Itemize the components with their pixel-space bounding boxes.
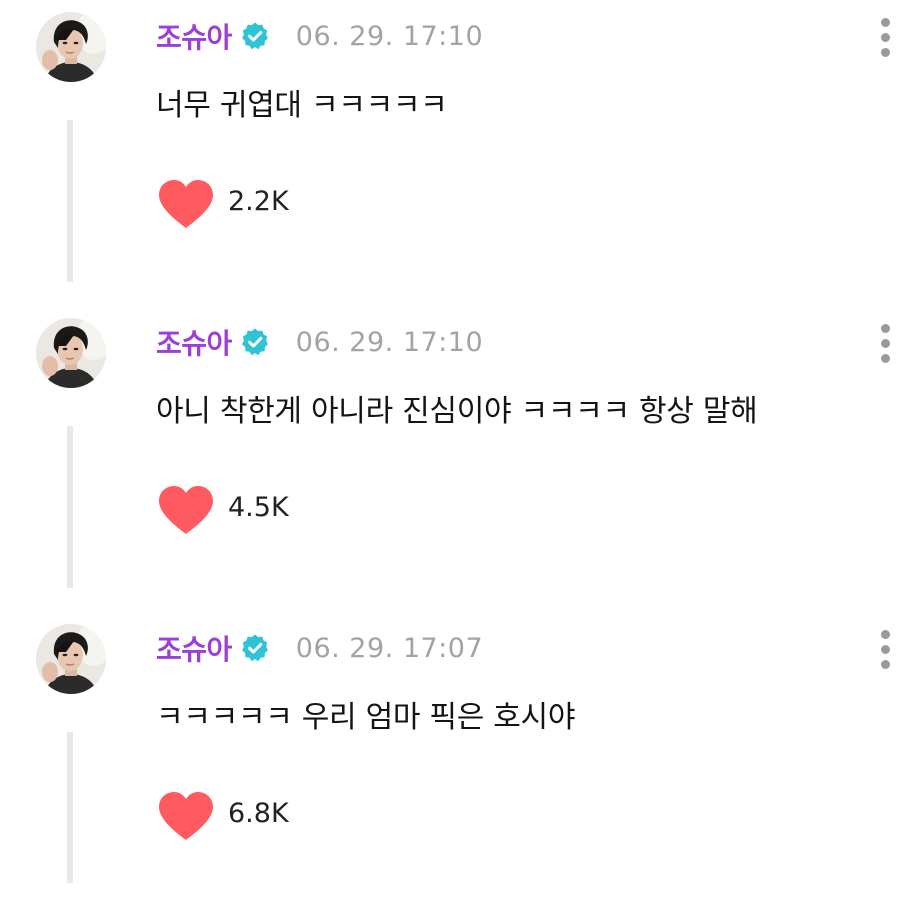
thread-line (67, 426, 73, 588)
comment-header: 조슈아 06. 29. 17:07 (156, 628, 483, 668)
comment-timestamp: 06. 29. 17:10 (295, 20, 484, 52)
comment-item: 조슈아 06. 29. 17:07 ㅋㅋㅋㅋㅋ 우리 엄마 픽은 호시야 6.8… (0, 612, 918, 918)
comment-text: 아니 착한게 아니라 진심이야 ㅋㅋㅋㅋ 항상 말해 (156, 394, 758, 429)
verified-check-icon (240, 327, 270, 357)
avatar[interactable] (36, 12, 106, 82)
comment-text: 너무 귀엽대 ㅋㅋㅋㅋㅋ (156, 88, 448, 123)
avatar-image (36, 318, 106, 388)
heart-icon[interactable] (156, 484, 216, 536)
thread-line (67, 120, 73, 282)
more-options-icon[interactable] (872, 630, 898, 670)
verified-check-icon (240, 633, 270, 663)
like-count: 4.5K (228, 492, 289, 523)
author-name[interactable]: 조슈아 (156, 628, 232, 668)
thread-line (67, 732, 73, 883)
more-options-icon[interactable] (872, 18, 898, 58)
author-name[interactable]: 조슈아 (156, 16, 232, 56)
comment-timestamp: 06. 29. 17:07 (295, 632, 484, 664)
comment-text: ㅋㅋㅋㅋㅋ 우리 엄마 픽은 호시야 (156, 700, 576, 735)
avatar-image (36, 624, 106, 694)
verified-check-icon (240, 21, 270, 51)
author-name[interactable]: 조슈아 (156, 322, 232, 362)
comment-header: 조슈아 06. 29. 17:10 (156, 16, 483, 56)
heart-icon[interactable] (156, 178, 216, 230)
avatar[interactable] (36, 624, 106, 694)
avatar[interactable] (36, 318, 106, 388)
comment-header: 조슈아 06. 29. 17:10 (156, 322, 483, 362)
comment-item: 조슈아 06. 29. 17:10 아니 착한게 아니라 진심이야 ㅋㅋㅋㅋ 항… (0, 306, 918, 612)
comment-timestamp: 06. 29. 17:10 (295, 326, 484, 358)
avatar-image (36, 12, 106, 82)
heart-icon[interactable] (156, 790, 216, 842)
like-count: 2.2K (228, 186, 289, 217)
comment-item: 조슈아 06. 29. 17:10 너무 귀엽대 ㅋㅋㅋㅋㅋ 2.2K (0, 0, 918, 306)
more-options-icon[interactable] (872, 324, 898, 364)
like-count: 6.8K (228, 798, 289, 829)
